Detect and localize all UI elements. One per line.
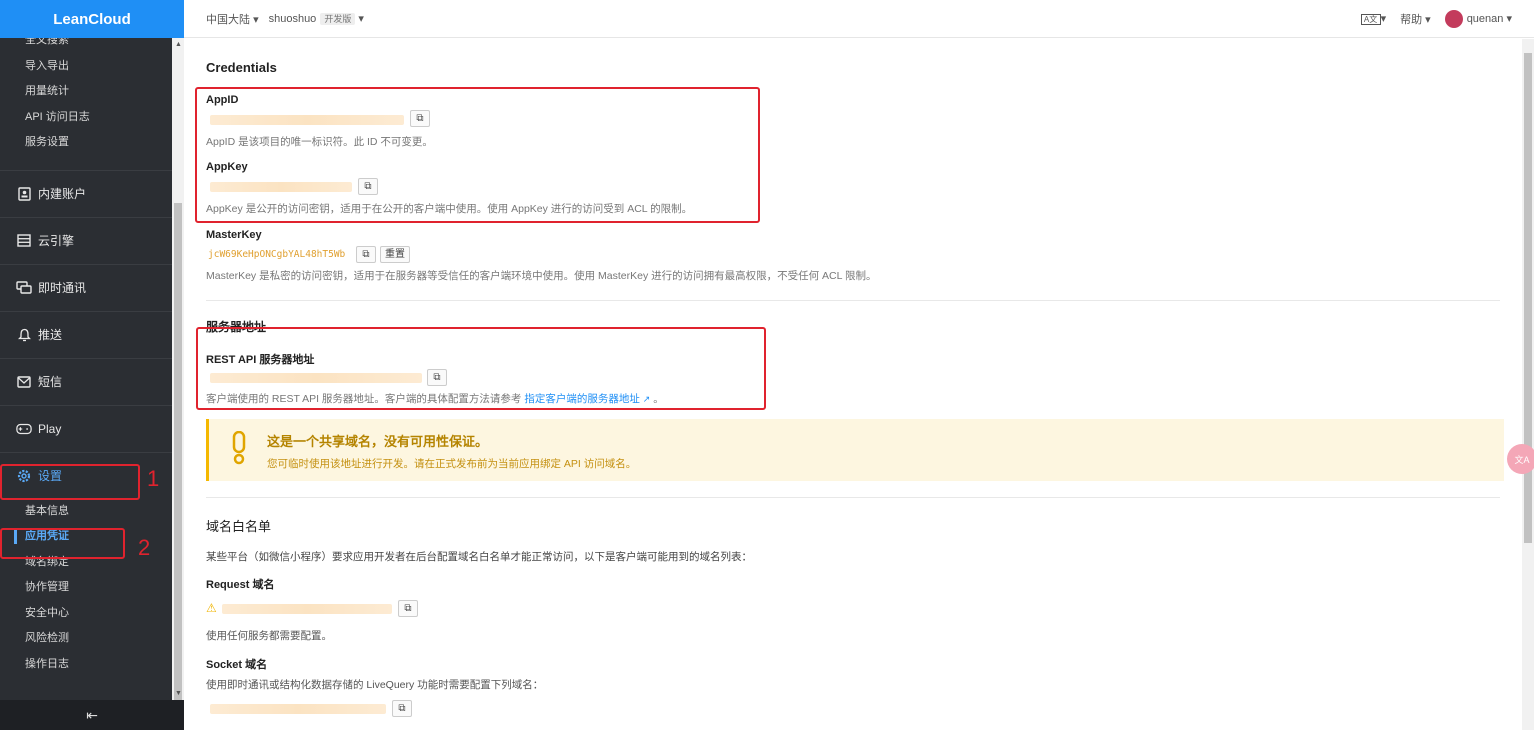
request-domain-description: 使用任何服务都需要配置。: [206, 630, 332, 642]
sidebar-scrollbar[interactable]: ▲ ▼: [172, 38, 184, 723]
copy-icon: ⧉: [398, 703, 406, 714]
nav-play[interactable]: Play: [0, 404, 172, 452]
annotation-box-credentials: [0, 528, 125, 559]
chat-icon: [16, 280, 32, 296]
sidebar-item-risk-detection[interactable]: 风险检测: [0, 626, 172, 652]
account-icon: [16, 186, 32, 202]
sidebar-item-search[interactable]: 全文搜索: [0, 38, 172, 54]
sidebar-item-collaboration[interactable]: 协作管理: [0, 575, 172, 601]
gamepad-icon: [16, 421, 32, 437]
nav-label: 内建账户: [38, 187, 87, 201]
bell-icon: [16, 327, 32, 343]
annotation-box-settings: [0, 464, 140, 500]
nav-label: 短信: [38, 375, 63, 389]
nav-instant-messaging[interactable]: 即时通讯: [0, 263, 172, 311]
scroll-up-arrow-icon[interactable]: ▲: [175, 41, 182, 48]
copy-masterkey-button[interactable]: ⧉: [356, 246, 376, 263]
warning-icon: [231, 430, 247, 465]
logo[interactable]: LeanCloud: [0, 0, 184, 38]
request-domain-label: Request 域名: [206, 579, 275, 591]
socket-domain-label: Socket 域名: [206, 659, 268, 671]
annotation-box-rest-api: [196, 327, 766, 410]
socket-domain-value: [210, 704, 386, 714]
masterkey-value[interactable]: jcW69KeHpONCgbYAL48hT5Wb: [208, 249, 345, 260]
nav-label: 即时通讯: [38, 281, 87, 295]
chevron-down-icon: ▾: [1506, 12, 1512, 25]
whitelist-intro: 某些平台（如微信小程序）要求应用开发者在后台配置域名白名单才能正常访问，以下是客…: [206, 551, 752, 563]
shared-domain-warning: 这是一个共享域名，没有可用性保证。 您可临时使用该地址进行开发。请在正式发布前为…: [206, 419, 1504, 481]
nav-label: Play: [38, 421, 62, 436]
chevron-down-icon: ▾: [253, 13, 259, 26]
nav-cloud-engine[interactable]: 云引擎: [0, 216, 172, 264]
chevron-down-icon: ▾: [358, 13, 364, 25]
warning-title: 这是一个共享域名，没有可用性保证。: [267, 434, 489, 449]
copy-request-domain-button[interactable]: ⧉: [398, 600, 418, 617]
sidebar-item-import-export[interactable]: 导入导出: [0, 54, 172, 80]
user-menu[interactable]: quenan ▾: [1444, 9, 1512, 28]
top-header: 中国大陆 ▾ shuoshuo 开发版 ▾ A文 ▾ 帮助 ▾ quenan ▾: [184, 0, 1534, 38]
copy-icon: ⧉: [362, 249, 370, 260]
nav-label: 推送: [38, 328, 63, 342]
content-scrollbar[interactable]: [1522, 39, 1534, 730]
region-selector[interactable]: 中国大陆 ▾: [206, 11, 259, 27]
sidebar-item-security-center[interactable]: 安全中心: [0, 601, 172, 627]
nav-builtin-accounts[interactable]: 内建账户: [0, 169, 172, 217]
whitelist-title: 域名白名单: [206, 519, 272, 534]
copy-icon: ⧉: [404, 603, 412, 614]
annotation-number-2: 2: [138, 535, 151, 560]
sidebar-item-usage[interactable]: 用量统计: [0, 79, 172, 105]
language-selector[interactable]: A文 ▾: [1360, 12, 1387, 25]
sidebar-item-operation-log[interactable]: 操作日志: [0, 652, 172, 678]
credentials-title: Credentials: [206, 60, 277, 75]
env-tag: 开发版: [320, 13, 356, 25]
sidebar-item-basic-info[interactable]: 基本信息: [0, 499, 172, 525]
translate-icon: A文: [1360, 14, 1381, 25]
socket-domain-description: 使用即时通讯或结构化数据存储的 LiveQuery 功能时需要配置下列域名：: [206, 679, 544, 691]
warning-text: 您可临时使用该地址进行开发。请在正式发布前为当前应用绑定 API 访问域名。: [267, 458, 637, 470]
masterkey-description: MasterKey 是私密的访问密钥，适用于在服务器等受信任的客户端环境中使用。…: [206, 270, 877, 282]
annotation-box-keys: [195, 87, 760, 223]
app-selector[interactable]: shuoshuo 开发版 ▾: [269, 12, 364, 25]
nav-push[interactable]: 推送: [0, 310, 172, 358]
collapse-sidebar-button[interactable]: ⇤: [0, 700, 184, 730]
nav-sms[interactable]: 短信: [0, 357, 172, 405]
copy-socket-domain-button[interactable]: ⧉: [392, 700, 412, 717]
divider: [206, 497, 1500, 498]
request-domain-value: [222, 604, 392, 614]
masterkey-label: MasterKey: [206, 229, 262, 241]
reset-masterkey-button[interactable]: 重置: [380, 246, 410, 263]
cloud-engine-icon: [16, 233, 32, 249]
chevron-down-icon: ▾: [1425, 13, 1431, 26]
scrollbar-thumb[interactable]: [174, 203, 182, 723]
sidebar-item-service-settings[interactable]: 服务设置: [0, 130, 172, 156]
nav-label: 云引擎: [38, 234, 75, 248]
sidebar: LeanCloud 全文搜索 导入导出 用量统计 API 访问日志 服务设置 内…: [0, 0, 184, 730]
avatar: [1444, 9, 1463, 28]
mail-icon: [16, 374, 32, 390]
warning-triangle-icon: ⚠: [206, 601, 217, 615]
sidebar-item-api-log[interactable]: API 访问日志: [0, 105, 172, 131]
chevron-down-icon: ▾: [1380, 13, 1387, 25]
scroll-down-arrow-icon[interactable]: ▼: [175, 690, 182, 697]
help-menu[interactable]: 帮助 ▾: [1400, 11, 1431, 27]
translate-float-button[interactable]: 文A: [1507, 444, 1534, 474]
sidebar-menu: 全文搜索 导入导出 用量统计 API 访问日志 服务设置 内建账户 云引擎 即时…: [0, 38, 172, 700]
annotation-number-1: 1: [147, 466, 160, 491]
divider: [206, 300, 1500, 301]
